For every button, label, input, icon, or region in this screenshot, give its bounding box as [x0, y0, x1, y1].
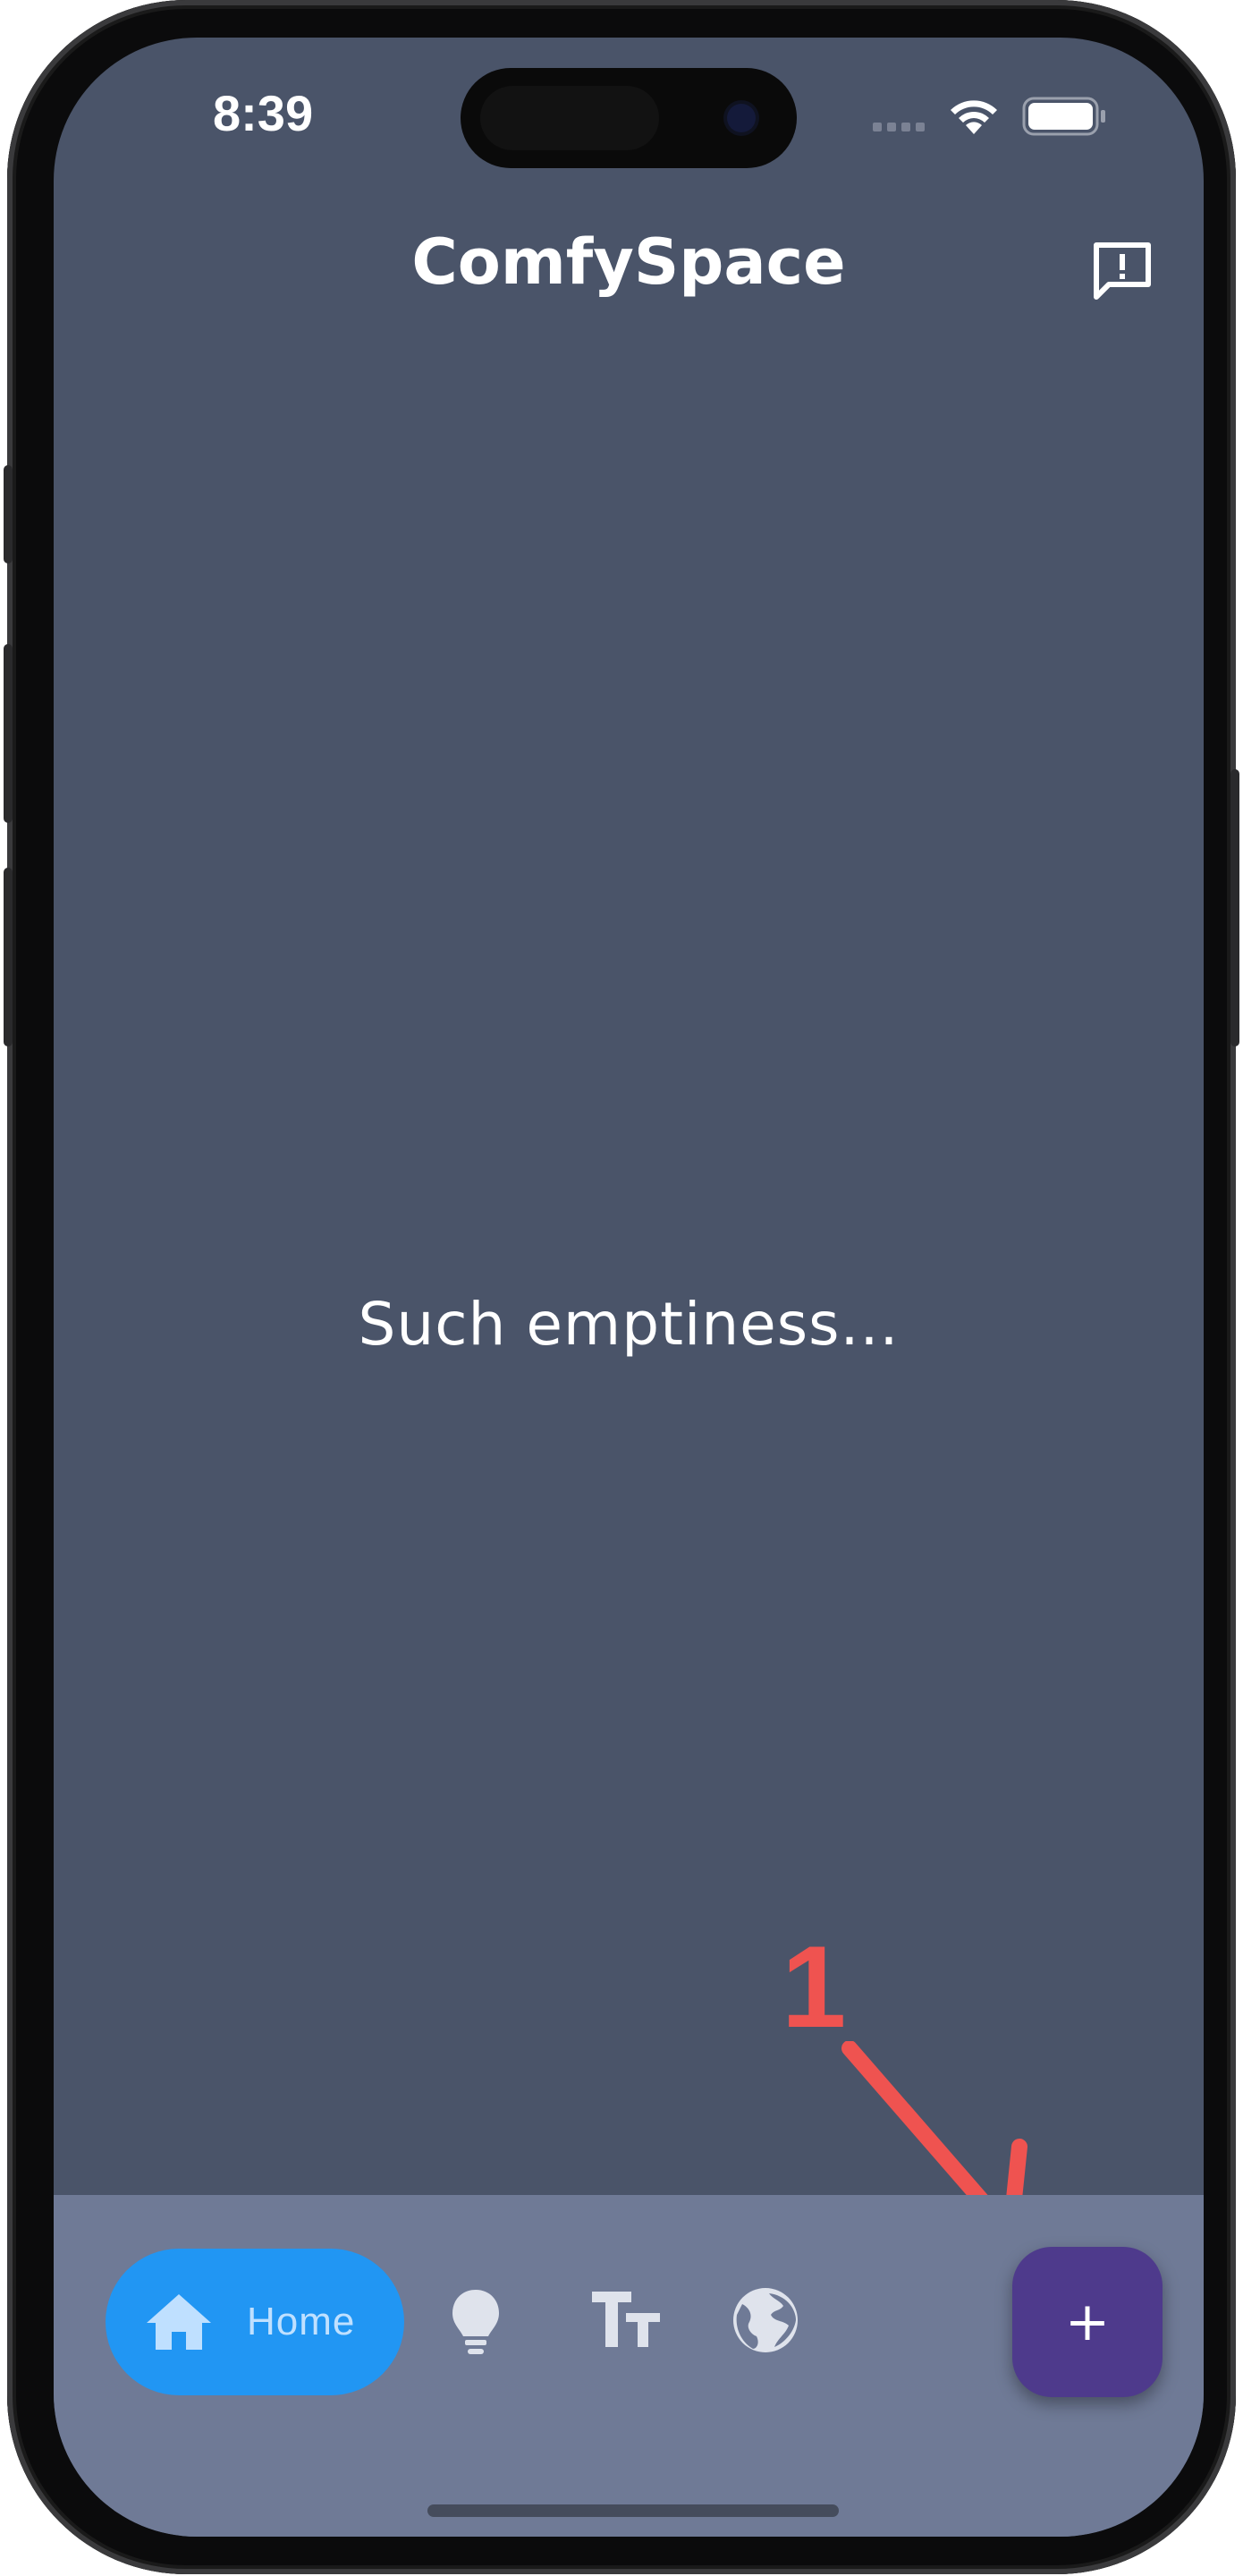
home-icon	[147, 2294, 211, 2350]
cellular-signal-icon	[873, 123, 925, 131]
lightbulb-icon[interactable]	[449, 2286, 503, 2358]
add-button[interactable]: +	[1012, 2247, 1163, 2397]
phone-frame: 8:39 ComfySpace Such emptiness... 1 Home…	[4, 0, 1239, 2574]
volume-up-button	[4, 644, 13, 823]
action-button	[4, 465, 13, 564]
island-sensor	[480, 86, 659, 150]
globe-icon[interactable]	[730, 2284, 801, 2356]
nav-item-home[interactable]: Home	[106, 2249, 404, 2395]
dynamic-island	[461, 68, 797, 168]
bottom-navigation-bar: Home +	[54, 2195, 1204, 2537]
screen: 8:39 ComfySpace Such emptiness... 1 Home…	[54, 38, 1204, 2537]
status-time: 8:39	[213, 85, 314, 141]
home-indicator[interactable]	[427, 2504, 839, 2517]
annotation-number: 1	[782, 1921, 847, 2052]
app-title: ComfySpace	[411, 225, 846, 299]
power-button	[1230, 769, 1239, 1046]
camera-icon	[727, 104, 756, 132]
feedback-icon[interactable]	[1091, 242, 1154, 301]
wifi-icon	[951, 100, 997, 134]
text-size-icon[interactable]	[590, 2290, 662, 2349]
volume-down-button	[4, 868, 13, 1046]
empty-state-message: Such emptiness...	[358, 1290, 900, 1359]
battery-icon	[1022, 97, 1105, 136]
nav-home-label: Home	[247, 2300, 356, 2343]
